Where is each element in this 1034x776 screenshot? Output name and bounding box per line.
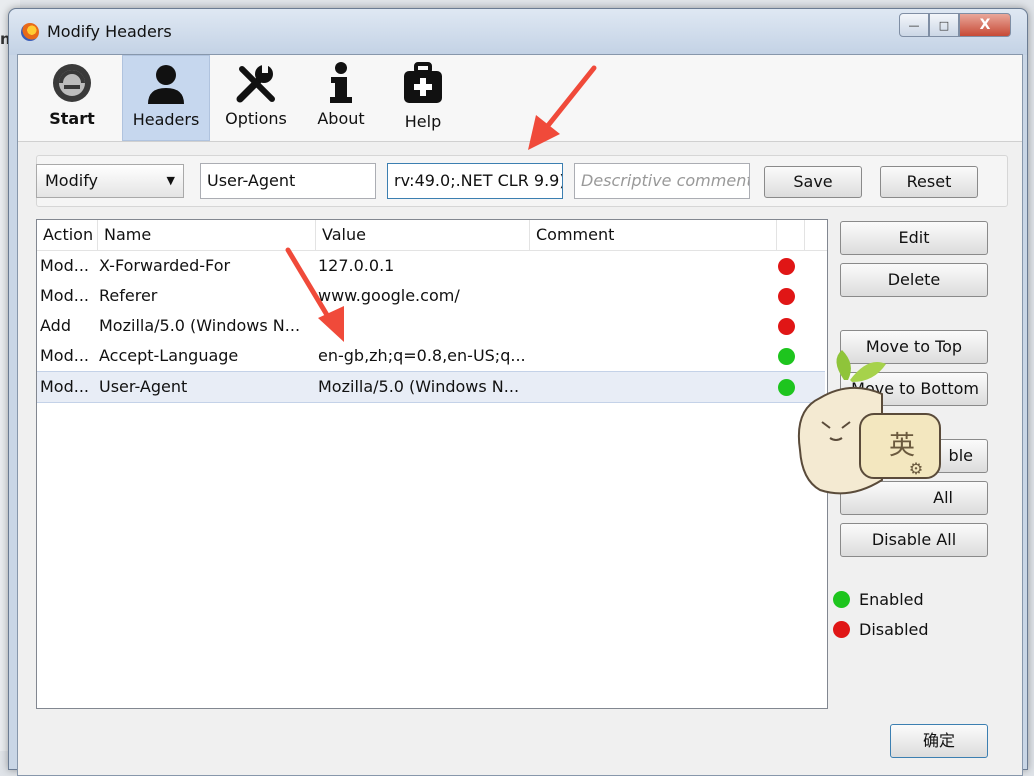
action-select[interactable]: Modify ▼ [36, 164, 184, 198]
tab-options[interactable]: Options [216, 55, 296, 139]
row-action: Add [40, 316, 71, 335]
row-value: 127.0.0.1 [318, 256, 395, 275]
tab-headers[interactable]: Headers [122, 55, 210, 141]
edit-button[interactable]: Edit [840, 221, 988, 255]
row-value: en-gb,zh;q=0.8,en-US;q... [318, 346, 526, 365]
toolbar: Start Headers Options About Help [18, 55, 1022, 142]
column-name[interactable]: Name [98, 220, 316, 250]
leaf-icon [850, 362, 886, 382]
minimize-button[interactable]: — [899, 13, 929, 37]
disabled-status-icon [778, 318, 795, 335]
start-icon [53, 64, 91, 102]
row-action: Mod... [40, 256, 90, 275]
maximize-button[interactable]: □ [929, 13, 959, 37]
gear-icon: ⚙ [909, 459, 923, 478]
row-name: Mozilla/5.0 (Windows N... [99, 316, 301, 335]
close-icon: X [979, 17, 991, 33]
row-name: X-Forwarded-For [99, 256, 231, 275]
table-row[interactable]: Mod... X-Forwarded-For 127.0.0.1 [37, 251, 825, 281]
title-bar[interactable]: Modify Headers — □ X [9, 9, 1027, 55]
reset-button[interactable]: Reset [880, 166, 978, 198]
minimize-icon: — [908, 18, 920, 32]
row-value: www.google.com/ [318, 286, 460, 305]
tab-start-label: Start [49, 109, 95, 128]
disabled-legend-icon [833, 621, 850, 638]
comment-input[interactable]: Descriptive comment [574, 163, 750, 199]
header-value-input[interactable]: rv:49.0;.NET CLR 9.9) [387, 163, 563, 199]
wrench-screwdriver-icon [236, 65, 275, 103]
headers-table: Action Name Value Comment Mod... X-Forwa… [36, 219, 828, 709]
column-value[interactable]: Value [316, 220, 530, 250]
close-button[interactable]: X [959, 13, 1011, 37]
firefox-icon [21, 23, 39, 41]
legend-disabled: Disabled [833, 620, 983, 642]
tab-about[interactable]: About [304, 55, 378, 139]
row-action: Mod... [40, 377, 90, 396]
column-comment[interactable]: Comment [530, 220, 777, 250]
save-button[interactable]: Save [764, 166, 862, 198]
maximize-icon: □ [938, 18, 950, 32]
table-header: Action Name Value Comment [37, 220, 827, 251]
person-icon [148, 65, 184, 104]
leaf-icon [836, 350, 851, 380]
enabled-legend-icon [833, 591, 850, 608]
info-icon [330, 62, 352, 103]
header-name-input[interactable]: User-Agent [200, 163, 376, 199]
input-method-mascot[interactable]: 英 ⚙ [790, 350, 950, 500]
row-name: Referer [99, 286, 158, 305]
tab-start[interactable]: Start [32, 55, 112, 139]
mascot-character: 英 [889, 431, 915, 461]
tab-about-label: About [317, 109, 365, 128]
row-name: User-Agent [99, 377, 188, 396]
window-title: Modify Headers [47, 22, 172, 41]
first-aid-icon [404, 62, 442, 103]
legend-enabled-label: Enabled [859, 590, 924, 609]
action-select-value: Modify [45, 171, 99, 190]
delete-button[interactable]: Delete [840, 263, 988, 297]
table-row[interactable]: Mod... Referer www.google.com/ [37, 281, 825, 311]
legend-disabled-label: Disabled [859, 620, 929, 639]
chevron-down-icon: ▼ [166, 174, 175, 187]
row-value: Mozilla/5.0 (Windows N... [318, 377, 520, 396]
disable-all-button[interactable]: Disable All [840, 523, 988, 557]
legend-enabled: Enabled [833, 590, 983, 612]
ok-button[interactable]: 确定 [890, 724, 988, 758]
row-name: Accept-Language [99, 346, 239, 365]
disabled-status-icon [778, 288, 795, 305]
window-controls: — □ X [899, 13, 1011, 37]
column-status[interactable] [777, 220, 805, 250]
row-action: Mod... [40, 286, 90, 305]
row-action: Mod... [40, 346, 90, 365]
tab-options-label: Options [225, 109, 287, 128]
column-action[interactable]: Action [37, 220, 98, 250]
tab-help[interactable]: Help [386, 55, 460, 139]
disabled-status-icon [778, 258, 795, 275]
table-row[interactable]: Add Mozilla/5.0 (Windows N... [37, 311, 825, 341]
tab-help-label: Help [404, 112, 442, 131]
table-row-selected[interactable]: Mod... User-Agent Mozilla/5.0 (Windows N… [37, 371, 825, 403]
tab-headers-label: Headers [132, 110, 200, 129]
table-row[interactable]: Mod... Accept-Language en-gb,zh;q=0.8,en… [37, 341, 825, 371]
